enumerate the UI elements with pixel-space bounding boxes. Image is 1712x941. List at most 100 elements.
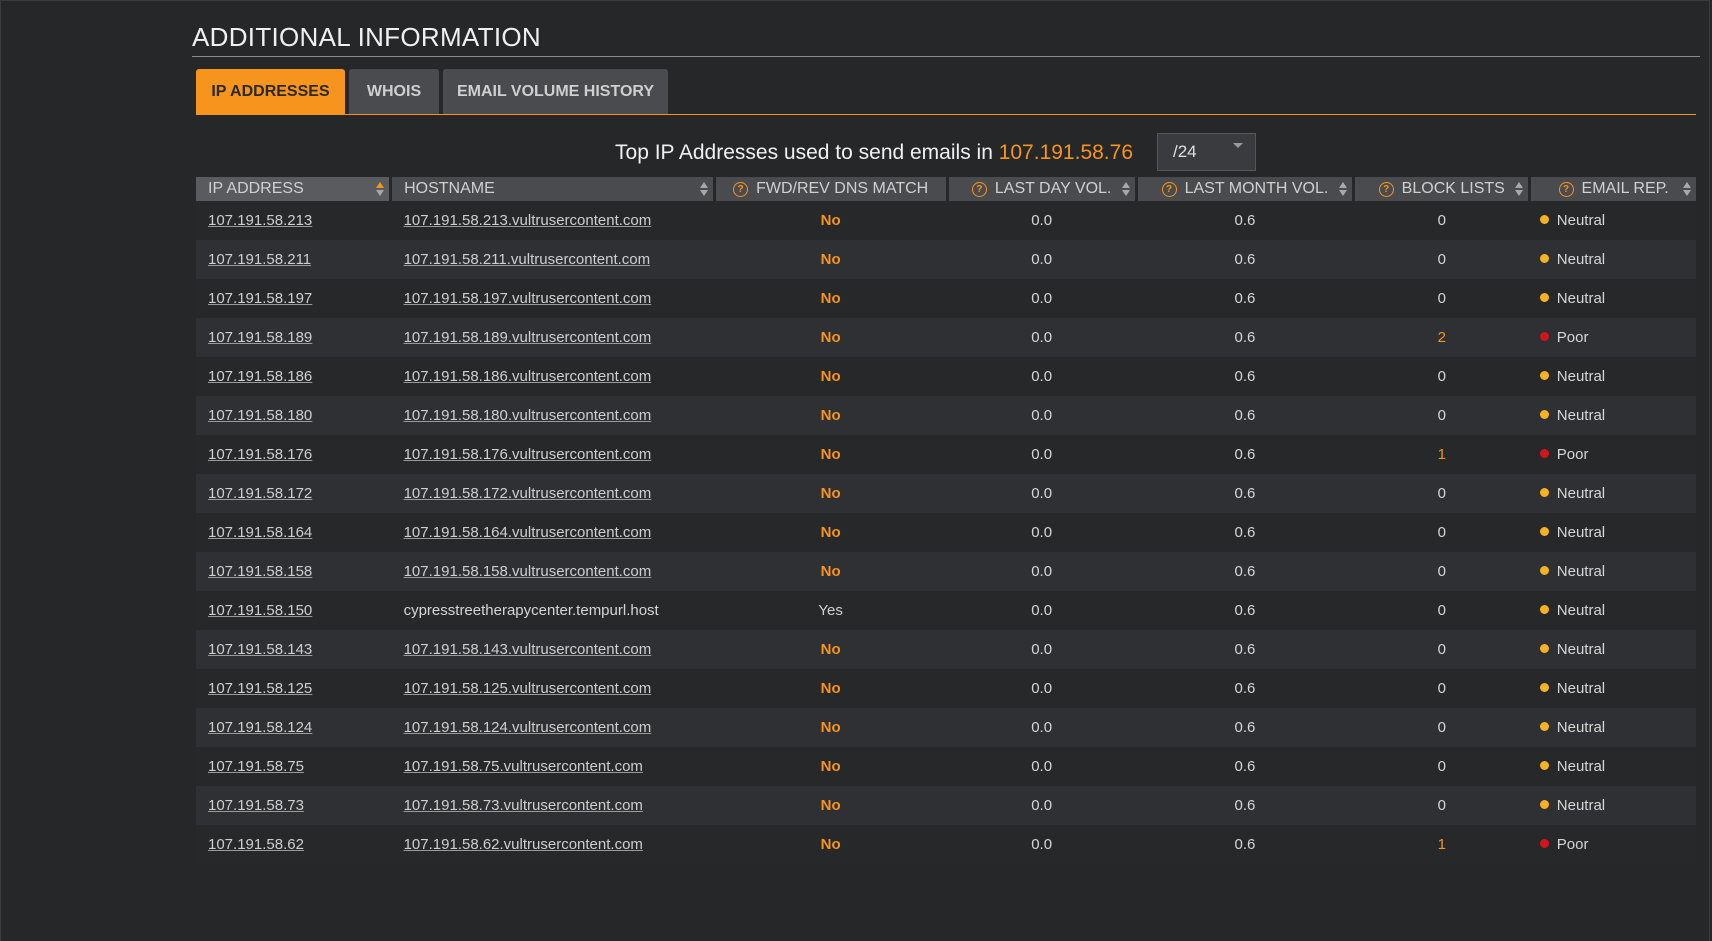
subnet-select[interactable]: /24 — [1157, 133, 1256, 171]
dns-match-cell: No — [714, 708, 948, 747]
hostname-cell: 107.191.58.211.vultrusercontent.com — [390, 240, 715, 279]
hostname-link[interactable]: 107.191.58.75.vultrusercontent.com — [404, 758, 643, 775]
reputation-dot-icon — [1539, 215, 1549, 224]
email-rep-value: Neutral — [1556, 290, 1606, 307]
ip-address-link[interactable]: 107.191.58.158 — [208, 563, 312, 580]
last-month-vol-cell: 0.6 — [1136, 357, 1354, 396]
block-lists-value: 2 — [1437, 329, 1446, 346]
ip-address-link[interactable]: 107.191.58.189 — [208, 329, 312, 346]
hostname-link[interactable]: 107.191.58.143.vultrusercontent.com — [404, 641, 652, 658]
hostname-cell: 107.191.58.164.vultrusercontent.com — [390, 513, 715, 552]
ip-address-link[interactable]: 107.191.58.176 — [208, 446, 312, 463]
column-header-last-day-vol[interactable]: ? LAST DAY VOL. — [947, 177, 1138, 201]
table-heading: Top IP Addresses used to send emails in … — [615, 141, 1133, 165]
block-lists-cell: 0 — [1353, 786, 1530, 825]
ip-address-link[interactable]: 107.191.58.150 — [208, 602, 312, 619]
ip-address-link[interactable]: 107.191.58.73 — [208, 797, 304, 814]
last-day-vol-cell: 0.0 — [947, 591, 1137, 630]
dns-match-value: No — [820, 251, 841, 268]
block-lists-value: 0 — [1437, 797, 1446, 814]
block-lists-cell: 0 — [1353, 630, 1530, 669]
table-row: 107.191.58.73 107.191.58.73.vultrusercont… — [196, 786, 1696, 825]
ip-address-link[interactable]: 107.191.58.62 — [208, 836, 304, 853]
ip-address-link[interactable]: 107.191.58.143 — [208, 641, 312, 658]
email-rep-value: Neutral — [1556, 641, 1606, 658]
hostname-link[interactable]: 107.191.58.172.vultrusercontent.com — [404, 485, 652, 502]
block-lists-cell: 2 — [1353, 318, 1530, 357]
last-day-vol-cell: 0.0 — [947, 708, 1137, 747]
dns-match-value: No — [820, 368, 841, 385]
reputation-dot-icon — [1539, 683, 1549, 692]
column-header-block-lists[interactable]: ? BLOCK LISTS — [1353, 177, 1532, 201]
subnet-select-value: /24 — [1173, 142, 1197, 161]
ip-address-link[interactable]: 107.191.58.75 — [208, 758, 304, 775]
ip-address-link[interactable]: 107.191.58.172 — [208, 485, 312, 502]
email-rep-cell: Poor — [1529, 825, 1696, 864]
column-header-ip-address[interactable]: IP ADDRESS — [196, 177, 393, 201]
tab-ip-addresses[interactable]: IP ADDRESSES — [196, 69, 345, 114]
hostname-link[interactable]: 107.191.58.164.vultrusercontent.com — [404, 524, 652, 541]
column-header-last-month-vol[interactable]: ? LAST MONTH VOL. — [1136, 177, 1356, 201]
email-rep-value: Poor — [1556, 329, 1589, 346]
hostname-link[interactable]: 107.191.58.62.vultrusercontent.com — [404, 836, 643, 853]
dns-match-cell: No — [714, 396, 948, 435]
ip-address-link[interactable]: 107.191.58.180 — [208, 407, 312, 424]
email-rep-value: Neutral — [1556, 251, 1606, 268]
hostname-cell: cypresstreetherapycenter.tempurl.host — [390, 591, 715, 630]
hostname-link[interactable]: 107.191.58.176.vultrusercontent.com — [404, 446, 652, 463]
last-day-vol-cell: 0.0 — [947, 474, 1137, 513]
column-header-email-rep[interactable]: ? EMAIL REP. — [1529, 177, 1696, 201]
email-rep-value: Neutral — [1556, 680, 1606, 697]
hostname-link[interactable]: 107.191.58.158.vultrusercontent.com — [404, 563, 652, 580]
help-icon[interactable]: ? — [1558, 182, 1574, 197]
email-rep-cell: Neutral — [1529, 279, 1696, 318]
email-rep-cell: Neutral — [1529, 396, 1696, 435]
hostname-link[interactable]: 107.191.58.180.vultrusercontent.com — [404, 407, 652, 424]
help-icon[interactable]: ? — [1378, 182, 1394, 197]
heading-prefix: Top IP Addresses used to send emails in — [615, 141, 999, 164]
hostname-link[interactable]: 107.191.58.73.vultrusercontent.com — [404, 797, 643, 814]
sort-icon — [699, 181, 708, 197]
ip-address-link[interactable]: 107.191.58.186 — [208, 368, 312, 385]
reputation-dot-icon — [1539, 254, 1549, 263]
hostname-cell: 107.191.58.124.vultrusercontent.com — [390, 708, 715, 747]
column-header-hostname[interactable]: HOSTNAME — [390, 177, 716, 201]
tab-email-volume-history[interactable]: EMAIL VOLUME HISTORY — [443, 69, 668, 114]
hostname-link[interactable]: 107.191.58.189.vultrusercontent.com — [404, 329, 652, 346]
ip-address-link[interactable]: 107.191.58.164 — [208, 524, 312, 541]
ip-address-link[interactable]: 107.191.58.125 — [208, 680, 312, 697]
ip-address-link[interactable]: 107.191.58.124 — [208, 719, 312, 736]
hostname-link[interactable]: 107.191.58.186.vultrusercontent.com — [404, 368, 652, 385]
ip-address-cell: 107.191.58.75 — [196, 747, 391, 786]
block-lists-cell: 0 — [1353, 474, 1530, 513]
hostname-text: cypresstreetherapycenter.tempurl.host — [403, 602, 659, 619]
last-day-vol-cell: 0.0 — [947, 318, 1137, 357]
tab-whois[interactable]: WHOIS — [349, 69, 439, 114]
hostname-link[interactable]: 107.191.58.213.vultrusercontent.com — [404, 212, 652, 229]
ip-address-link[interactable]: 107.191.58.197 — [208, 290, 312, 307]
last-month-vol-cell: 0.6 — [1136, 786, 1354, 825]
block-lists-value: 1 — [1437, 446, 1446, 463]
dns-match-cell: No — [714, 279, 948, 318]
help-icon[interactable]: ? — [733, 182, 749, 197]
email-rep-cell: Neutral — [1529, 552, 1696, 591]
hostname-link[interactable]: 107.191.58.211.vultrusercontent.com — [404, 251, 651, 268]
help-icon[interactable]: ? — [971, 182, 987, 197]
reputation-dot-icon — [1539, 371, 1549, 380]
table-row: 107.191.58.143 107.191.58.143.vultruserco… — [196, 630, 1696, 669]
table-body: 107.191.58.213 107.191.58.213.vultruserco… — [196, 201, 1696, 864]
ip-address-link[interactable]: 107.191.58.213 — [208, 212, 312, 229]
ip-address-link[interactable]: 107.191.58.211 — [208, 251, 311, 268]
hostname-link[interactable]: 107.191.58.125.vultrusercontent.com — [404, 680, 652, 697]
hostname-link[interactable]: 107.191.58.124.vultrusercontent.com — [404, 719, 652, 736]
help-icon[interactable]: ? — [1161, 182, 1177, 197]
table-row: 107.191.58.211 107.191.58.211.vultruserco… — [196, 240, 1696, 279]
last-day-vol-cell: 0.0 — [947, 201, 1137, 240]
dns-match-value: No — [820, 212, 841, 229]
hostname-link[interactable]: 107.191.58.197.vultrusercontent.com — [404, 290, 652, 307]
email-rep-value: Neutral — [1556, 797, 1606, 814]
block-lists-value: 0 — [1437, 407, 1446, 424]
dns-match-cell: No — [714, 747, 948, 786]
column-header-dns-match[interactable]: ? FWD/REV DNS MATCH — [714, 177, 949, 201]
last-day-vol-cell: 0.0 — [947, 669, 1137, 708]
